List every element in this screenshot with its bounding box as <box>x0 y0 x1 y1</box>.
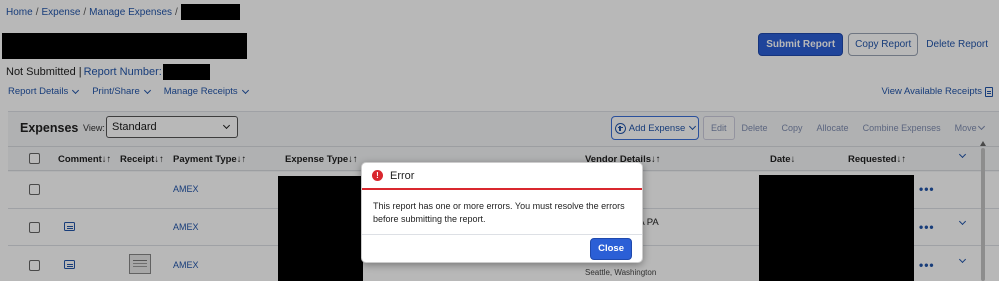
close-button[interactable]: Close <box>590 237 632 260</box>
dialog-footer: Close <box>362 235 642 262</box>
expense-report-page: Home / Expense / Manage Expenses / Submi… <box>0 0 999 281</box>
dialog-header: ! Error <box>362 163 642 190</box>
dialog-title: Error <box>390 169 415 182</box>
dialog-message: This report has one or more errors. You … <box>362 190 642 235</box>
error-dialog: ! Error This report has one or more erro… <box>361 162 643 263</box>
error-icon: ! <box>372 170 383 181</box>
